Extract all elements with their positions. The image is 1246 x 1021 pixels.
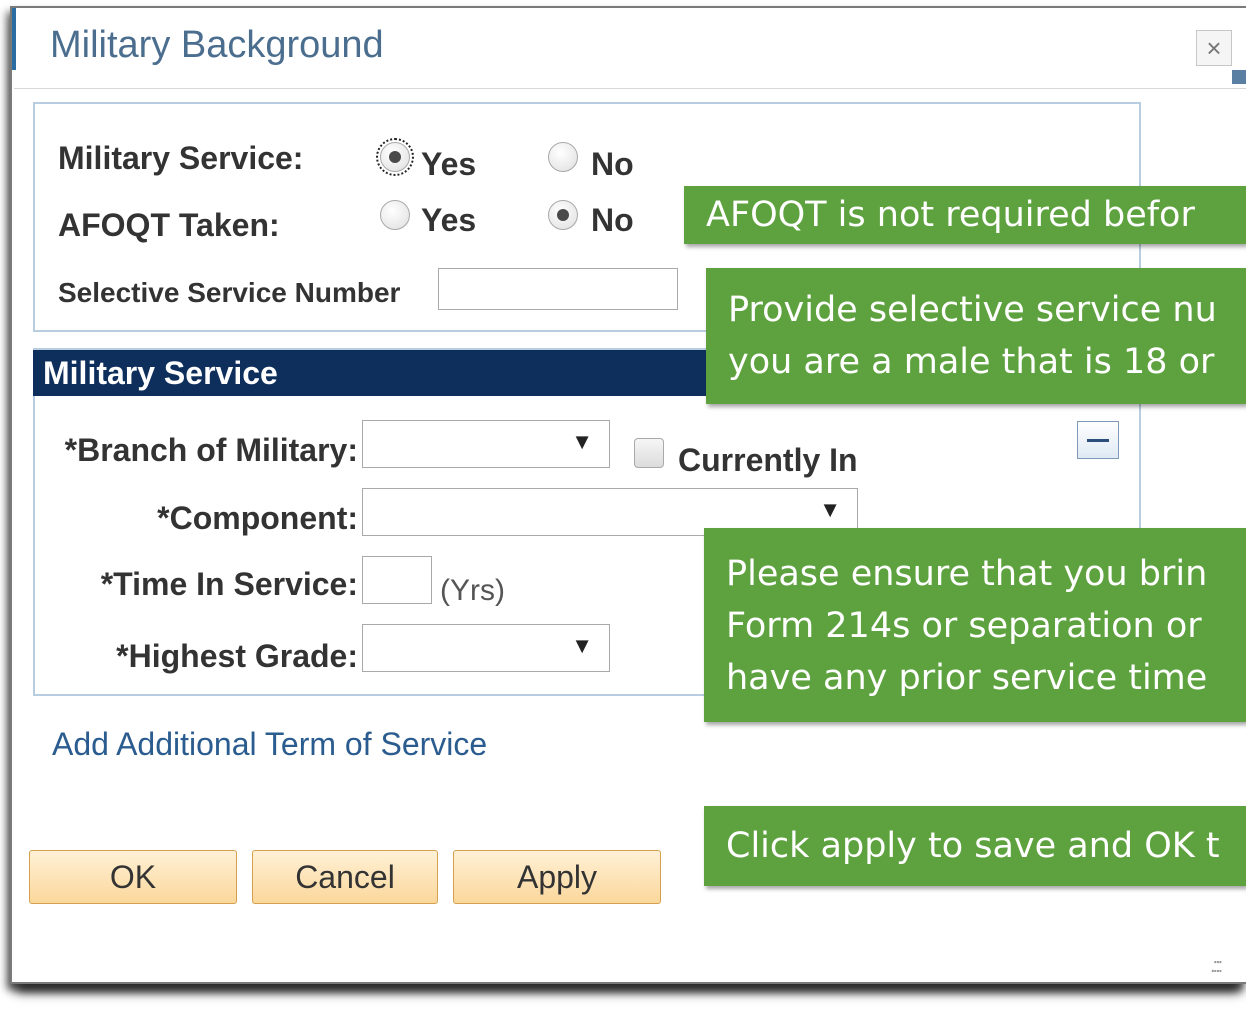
afoqt-no-radio[interactable] — [548, 200, 578, 230]
resize-grip-icon[interactable]: .::: — [1210, 955, 1223, 978]
selective-callout-line-1: Provide selective service nu — [728, 290, 1217, 330]
time-unit-label: (Yrs) — [440, 574, 505, 607]
selective-service-label: Selective Service Number — [58, 277, 401, 308]
title-divider — [14, 88, 1246, 89]
selective-service-input[interactable] — [438, 268, 678, 310]
apply-button[interactable]: Apply — [453, 850, 661, 904]
highest-grade-label: *Highest Grade: — [116, 638, 358, 674]
apply-callout: Click apply to save and OK t — [704, 806, 1246, 886]
branch-select[interactable]: ▼ — [362, 420, 610, 468]
documents-callout: Please ensure that you brin Form 214s or… — [704, 528, 1246, 722]
time-in-service-label: *Time In Service: — [100, 566, 358, 602]
component-label: *Component: — [157, 500, 358, 536]
add-term-link[interactable]: Add Additional Term of Service — [52, 726, 487, 763]
chevron-down-icon: ▼ — [819, 497, 841, 522]
documents-callout-line-2: Form 214s or separation or — [726, 606, 1202, 646]
close-icon[interactable]: × — [1196, 30, 1232, 66]
selective-callout-line-2: you are a male that is 18 or — [728, 342, 1215, 382]
afoqt-no-label: No — [591, 202, 634, 238]
military-service-no-radio[interactable] — [548, 142, 578, 172]
military-service-no-label: No — [591, 146, 634, 182]
window-edge-tab — [1232, 70, 1246, 84]
highest-grade-select[interactable]: ▼ — [362, 624, 610, 672]
cancel-button[interactable]: Cancel — [252, 850, 438, 904]
chevron-down-icon: ▼ — [571, 429, 593, 454]
afoqt-label: AFOQT Taken: — [58, 207, 280, 243]
time-in-service-input[interactable] — [362, 556, 432, 604]
documents-callout-line-3: have any prior service time — [726, 658, 1208, 698]
afoqt-callout-text: AFOQT is not required befor — [706, 195, 1195, 235]
currently-in-checkbox[interactable] — [634, 438, 664, 468]
military-service-yes-radio[interactable] — [376, 138, 414, 176]
military-service-label: Military Service: — [58, 140, 304, 176]
selective-service-callout: Provide selective service nu you are a m… — [706, 268, 1246, 404]
branch-label: *Branch of Military: — [64, 432, 358, 468]
documents-callout-line-1: Please ensure that you brin — [726, 554, 1208, 594]
ok-button[interactable]: OK — [29, 850, 237, 904]
afoqt-yes-label: Yes — [421, 202, 477, 238]
dialog-accent-bar — [12, 8, 16, 70]
dialog-title: Military Background — [50, 24, 384, 66]
minus-icon[interactable] — [1077, 421, 1119, 459]
military-service-yes-label: Yes — [421, 146, 477, 182]
afoqt-yes-radio[interactable] — [380, 200, 410, 230]
currently-in-label: Currently In — [678, 442, 858, 478]
chevron-down-icon: ▼ — [571, 633, 593, 658]
apply-callout-text: Click apply to save and OK t — [726, 826, 1220, 866]
afoqt-callout: AFOQT is not required befor — [684, 186, 1246, 244]
